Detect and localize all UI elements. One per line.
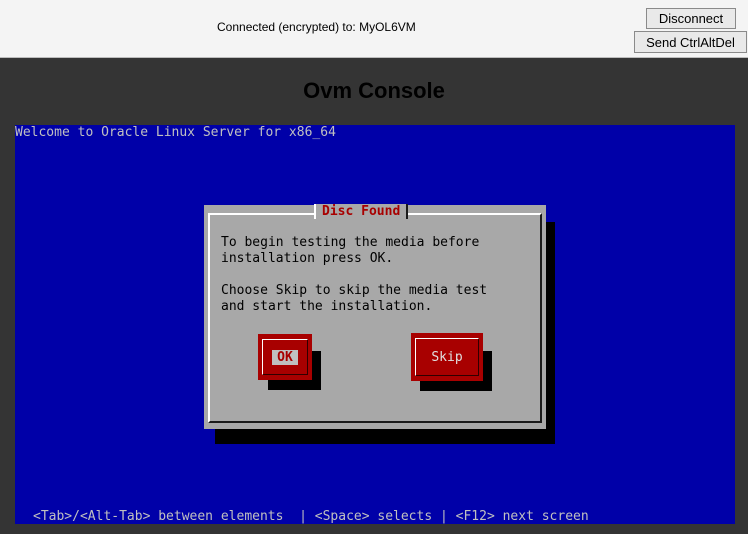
dialog-title: Disc Found: [314, 204, 409, 219]
skip-button-frame: Skip: [415, 338, 479, 376]
disc-found-dialog: Disc Found To begin testing the media be…: [204, 204, 546, 429]
console-title: Ovm Console: [303, 78, 445, 103]
welcome-text: Welcome to Oracle Linux Server for x86_6…: [15, 125, 336, 140]
connection-status: Connected (encrypted) to: MyOL6VM: [217, 20, 416, 34]
ok-button[interactable]: OK: [258, 334, 312, 380]
disconnect-button[interactable]: Disconnect: [646, 8, 736, 29]
dialog-message: To begin testing the media before instal…: [221, 235, 488, 314]
skip-button-label: Skip: [431, 349, 463, 365]
keyboard-hint: <Tab>/<Alt-Tab> between elements | <Spac…: [33, 509, 589, 524]
send-ctrl-alt-del-button[interactable]: Send CtrlAltDel: [634, 31, 747, 53]
ok-button-frame: OK: [262, 339, 308, 375]
console-screen[interactable]: Welcome to Oracle Linux Server for x86_6…: [15, 125, 735, 524]
skip-button[interactable]: Skip: [411, 333, 483, 381]
ok-button-label: OK: [272, 349, 298, 365]
connection-bar: Connected (encrypted) to: MyOL6VM Discon…: [0, 0, 748, 58]
